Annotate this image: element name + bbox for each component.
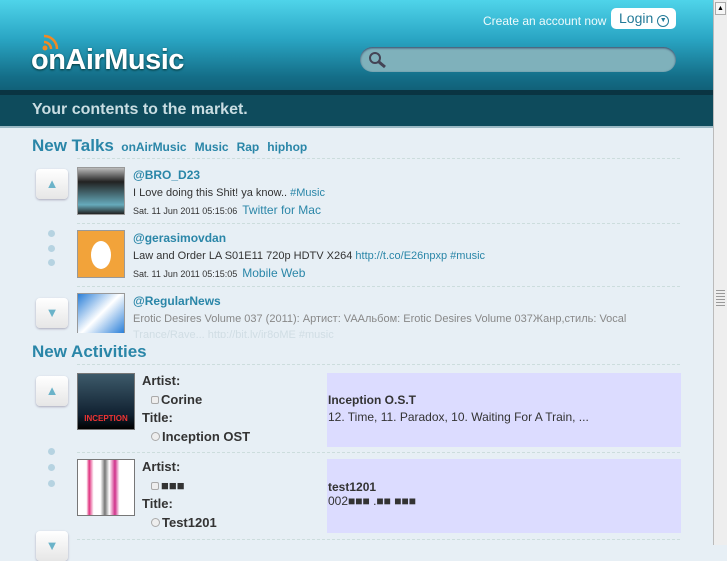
tag-hiphop[interactable]: hiphop	[267, 140, 307, 154]
dot	[48, 448, 55, 455]
dot	[48, 245, 55, 252]
talk-text: Erotic Desires Volume 037 (2011): Артист…	[133, 313, 627, 325]
search-input[interactable]	[360, 47, 676, 72]
talk-link[interactable]: http://t.co/E26npxp #music	[355, 250, 485, 262]
talk-source[interactable]: Twitter for Mac	[242, 203, 321, 217]
tag-rap[interactable]: Rap	[237, 140, 260, 154]
dot	[48, 230, 55, 237]
scrollbar[interactable]: ▲	[713, 0, 727, 545]
activity-info: Artist: Corine Title: Inception OST	[142, 372, 250, 446]
scrollbar-grip[interactable]	[716, 290, 725, 308]
header: onAirMusic Create an account now Login ▼…	[0, 0, 713, 128]
login-label: Login	[619, 10, 654, 26]
disc-icon	[151, 517, 160, 527]
scroll-up-arrow-icon[interactable]: ▲	[715, 2, 726, 15]
create-account-link[interactable]: Create an account now	[483, 14, 606, 28]
activity-info: Artist: ■■■ Title: Test1201	[142, 458, 217, 532]
tagline-band: Your contents to the market.	[0, 90, 713, 128]
divider	[77, 364, 680, 365]
egg-icon	[91, 241, 111, 269]
talk-text-faded: Trance/Rave... http://bit.ly/jr8oME #mus…	[133, 329, 334, 338]
track-list: 002■■■ .■■ ■■■	[328, 494, 417, 508]
talk-user[interactable]: @RegularNews	[133, 294, 626, 308]
album-name: Inception O.S.T	[328, 393, 417, 407]
talk-item: @gerasimovdan Law and Order LA S01E11 72…	[133, 231, 485, 280]
avatar[interactable]	[77, 167, 125, 215]
talk-item: @BRO_D23 I Love doing this Shit! ya know…	[133, 168, 325, 217]
new-talks-title: New Talks	[32, 136, 114, 155]
tag-onairmusic[interactable]: onAirMusic	[121, 140, 186, 154]
title-label: Title:	[142, 410, 173, 425]
talk-text: Law and Order LA S01E11 720p HDTV X264	[133, 250, 356, 262]
artist-name[interactable]: ■■■	[161, 478, 185, 493]
track-list: 12. Time, 11. Paradox, 10. Waiting For A…	[328, 410, 589, 424]
album-name: test1201	[328, 480, 377, 494]
talk-date: Sat. 11 Jun 2011 05:15:05	[133, 269, 238, 279]
avatar[interactable]	[77, 230, 125, 278]
artist-label: Artist:	[142, 373, 181, 388]
title-label: Title:	[142, 496, 173, 511]
divider	[77, 539, 680, 540]
talk-date: Sat. 11 Jun 2011 05:15:06	[133, 206, 238, 216]
search-icon	[369, 52, 386, 69]
album-cover[interactable]: INCEPTION	[77, 373, 135, 430]
divider	[77, 452, 680, 453]
new-activities-heading: New Activities	[32, 342, 147, 361]
talks-scroll-up-button[interactable]: ▲	[36, 169, 68, 199]
talk-source[interactable]: Mobile Web	[242, 266, 305, 280]
talk-item: @RegularNews Erotic Desires Volume 037 (…	[133, 294, 626, 338]
chevron-down-icon: ▼	[657, 15, 670, 27]
login-button[interactable]: Login ▼	[611, 8, 676, 29]
album-title[interactable]: Test1201	[162, 515, 217, 530]
dot	[48, 464, 55, 471]
hashtag-link[interactable]: #Music	[290, 187, 325, 199]
activities-scroll-down-button[interactable]: ▼	[36, 531, 68, 561]
dot	[48, 480, 55, 487]
talk-user[interactable]: @gerasimovdan	[133, 231, 485, 245]
divider	[77, 158, 680, 159]
new-talks-heading: New Talks onAirMusic Music Rap hiphop	[32, 136, 315, 156]
dot	[48, 259, 55, 266]
divider	[77, 286, 680, 287]
album-detail[interactable]: test1201 002■■■ .■■ ■■■	[327, 459, 681, 533]
tagline: Your contents to the market.	[32, 101, 248, 118]
tag-music[interactable]: Music	[195, 140, 229, 154]
talk-text: I Love doing this Shit! ya know..	[133, 187, 291, 199]
album-title[interactable]: Inception OST	[162, 429, 250, 444]
logo[interactable]: onAirMusic	[31, 44, 184, 77]
album-detail[interactable]: Inception O.S.T 12. Time, 11. Paradox, 1…	[327, 373, 681, 447]
artist-label: Artist:	[142, 459, 181, 474]
avatar[interactable]	[77, 293, 125, 333]
disc-icon	[151, 431, 160, 441]
talks-scroll-down-button[interactable]: ▼	[36, 298, 68, 328]
divider	[77, 223, 680, 224]
artist-icon	[151, 481, 159, 490]
artist-name[interactable]: Corine	[161, 392, 202, 407]
album-cover[interactable]	[77, 459, 135, 516]
activities-scroll-up-button[interactable]: ▲	[36, 376, 68, 406]
talk-user[interactable]: @BRO_D23	[133, 168, 325, 182]
artist-icon	[151, 395, 159, 404]
